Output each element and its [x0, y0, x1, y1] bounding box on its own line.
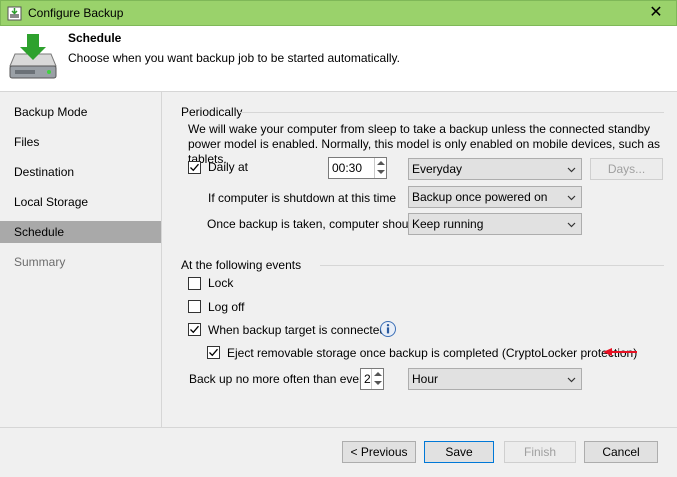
- sidebar-item-schedule[interactable]: Schedule: [0, 221, 161, 243]
- lock-label: Lock: [208, 276, 234, 290]
- days-button: Days...: [590, 158, 663, 180]
- frequency-spinner[interactable]: [371, 369, 383, 389]
- shutdown-label: If computer is shutdown at this time: [208, 191, 397, 205]
- daily-checkbox[interactable]: [188, 161, 201, 174]
- daily-time-input[interactable]: 00:30: [328, 157, 387, 179]
- frequency-unit-value: Hour: [412, 372, 439, 386]
- close-icon[interactable]: ✕: [646, 3, 666, 23]
- shutdown-dropdown[interactable]: Backup once powered on: [408, 186, 582, 208]
- checkmark-icon: [190, 325, 199, 334]
- backup-app-icon: [7, 6, 22, 21]
- eject-checkbox[interactable]: [207, 346, 220, 359]
- time-spinner[interactable]: [374, 158, 386, 178]
- logoff-label: Log off: [208, 300, 245, 314]
- title-bar: Configure Backup ✕: [0, 0, 677, 26]
- events-heading: At the following events: [181, 258, 302, 272]
- spin-down-icon[interactable]: [377, 170, 385, 174]
- target-connected-checkbox[interactable]: [188, 323, 201, 336]
- page-title: Schedule: [68, 31, 122, 45]
- chevron-down-icon: [567, 222, 576, 228]
- logoff-checkbox[interactable]: [188, 300, 201, 313]
- frequency-value: Everyday: [412, 162, 463, 176]
- frequency-limit-label: Back up no more often than every: [189, 372, 370, 386]
- red-arrow-icon: [603, 348, 637, 356]
- events-divider: [320, 265, 664, 266]
- frequency-limit-input[interactable]: 2: [360, 368, 384, 390]
- spin-up-icon[interactable]: [374, 372, 382, 376]
- spin-up-icon[interactable]: [377, 161, 385, 165]
- target-connected-label: When backup target is connected: [208, 323, 387, 337]
- frequency-limit-value: 2: [364, 372, 371, 386]
- spin-down-icon[interactable]: [374, 381, 382, 385]
- periodically-heading: Periodically: [181, 105, 243, 119]
- window-title: Configure Backup: [28, 6, 124, 20]
- chevron-down-icon: [567, 195, 576, 201]
- sidebar-item-backup-mode[interactable]: Backup Mode: [0, 101, 161, 123]
- wizard-footer: < Previous Save Finish Cancel: [0, 427, 677, 477]
- eject-label: Eject removable storage once backup is c…: [227, 346, 638, 360]
- checkmark-icon: [209, 348, 218, 357]
- shutdown-value: Backup once powered on: [412, 190, 548, 204]
- sidebar-item-summary: Summary: [14, 255, 66, 269]
- after-backup-dropdown[interactable]: Keep running: [408, 213, 582, 235]
- frequency-unit-dropdown[interactable]: Hour: [408, 368, 582, 390]
- info-icon[interactable]: [379, 320, 397, 338]
- page-subtitle: Choose when you want backup job to be st…: [68, 51, 400, 65]
- checkmark-icon: [190, 163, 199, 172]
- backup-drive-icon: [9, 34, 57, 79]
- frequency-dropdown[interactable]: Everyday: [408, 158, 582, 180]
- sidebar-item-destination[interactable]: Destination: [0, 161, 161, 183]
- after-backup-label: Once backup is taken, computer should: [207, 217, 418, 231]
- finish-button: Finish: [504, 441, 576, 463]
- periodically-divider: [240, 112, 664, 113]
- previous-button[interactable]: < Previous: [342, 441, 416, 463]
- lock-checkbox[interactable]: [188, 277, 201, 290]
- sidebar-item-local-storage[interactable]: Local Storage: [0, 191, 161, 213]
- wizard-sidebar: Backup Mode Files Destination Local Stor…: [0, 92, 162, 427]
- cancel-button[interactable]: Cancel: [584, 441, 658, 463]
- schedule-panel: Periodically We will wake your computer …: [162, 92, 677, 427]
- after-backup-value: Keep running: [412, 217, 484, 231]
- daily-label: Daily at: [208, 160, 249, 174]
- sidebar-item-files[interactable]: Files: [0, 131, 161, 153]
- wizard-header: Schedule Choose when you want backup job…: [0, 26, 677, 92]
- daily-time-value: 00:30: [332, 161, 363, 175]
- chevron-down-icon: [567, 377, 576, 383]
- save-button[interactable]: Save: [424, 441, 494, 463]
- chevron-down-icon: [567, 167, 576, 173]
